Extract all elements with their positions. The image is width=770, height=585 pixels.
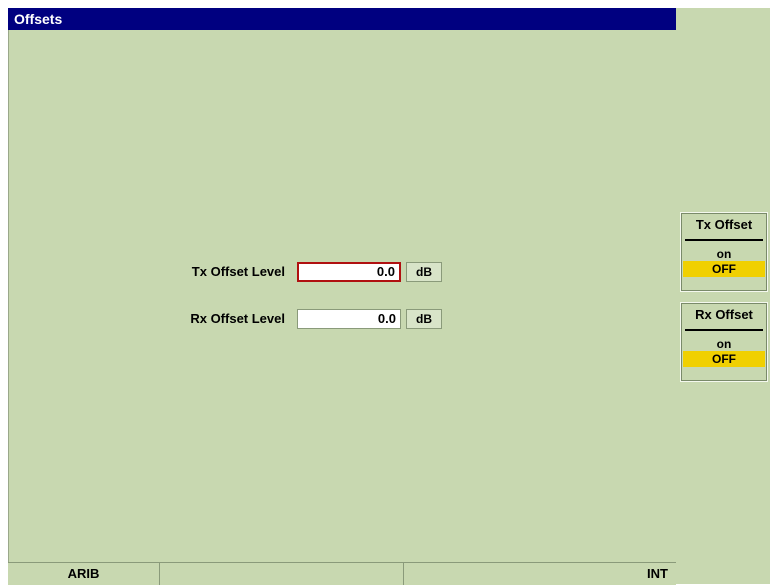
softkey-off-option: OFF: [683, 351, 765, 367]
tx-offset-level-unit: dB: [406, 262, 442, 282]
softkey-title: Rx Offset: [695, 307, 753, 322]
softkey-panel: [677, 8, 770, 584]
rx-offset-softkey[interactable]: Rx Offset on OFF: [680, 302, 768, 382]
window-title: Offsets: [8, 8, 676, 30]
softkey-off-option: OFF: [683, 261, 765, 277]
tx-offset-level-label: Tx Offset Level: [191, 264, 285, 279]
status-reference: INT: [647, 566, 668, 581]
left-frame: [0, 8, 8, 584]
softkey-divider: [685, 329, 763, 331]
tx-offset-level-input[interactable]: 0.0: [297, 262, 401, 282]
instrument-screen: Offsets Tx Offset Level 0.0 dB Rx Offset…: [0, 0, 770, 585]
softkey-title: Tx Offset: [695, 217, 753, 232]
tx-offset-softkey[interactable]: Tx Offset on OFF: [680, 212, 768, 292]
top-strip: [0, 0, 770, 8]
rx-offset-level-label: Rx Offset Level: [190, 311, 285, 326]
status-bar: ARIB INT: [8, 562, 676, 585]
softkey-on-option: on: [716, 337, 732, 351]
softkey-divider: [685, 239, 763, 241]
main-panel: [8, 8, 677, 584]
rx-offset-level-unit: dB: [406, 309, 442, 329]
rx-offset-level-input[interactable]: 0.0: [297, 309, 401, 329]
softkey-on-option: on: [716, 247, 732, 261]
status-standard: ARIB: [8, 563, 160, 585]
status-middle: [160, 563, 404, 585]
